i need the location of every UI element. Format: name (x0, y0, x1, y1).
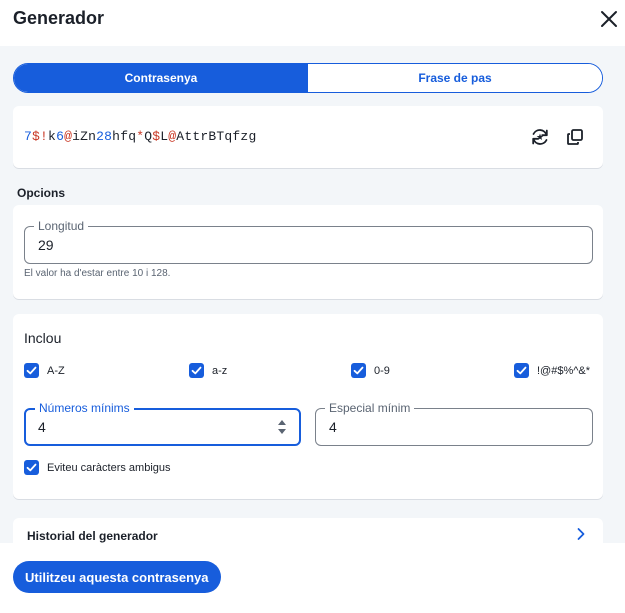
checkbox-uppercase-label: A-Z (47, 364, 65, 377)
generated-password-card: 7$!k6@iZn28hfq*Q$L@AttrBTqfzg (13, 106, 603, 168)
min-numbers-value[interactable]: 4 (38, 419, 46, 435)
checkbox-numbers[interactable]: 0-9 (351, 363, 390, 378)
checkbox-uppercase[interactable]: A-Z (24, 363, 65, 378)
checkbox-checked-icon (24, 460, 39, 475)
min-special-label: Especial mínim (325, 401, 415, 415)
dialog-title: Generador (13, 8, 105, 28)
regenerate-button[interactable] (528, 125, 552, 149)
type-toggle: Contrasenya Frase de pas (13, 63, 603, 93)
length-label: Longitud (34, 219, 89, 233)
options-heading: Opcions (17, 186, 66, 200)
checkbox-avoid-ambiguous[interactable]: Eviteu caràcters ambigus (24, 460, 171, 475)
dialog-footer: Utilitzeu aquesta contrasenya (0, 543, 625, 613)
min-numbers-field[interactable]: Números mínims 4 (24, 401, 301, 446)
close-button[interactable] (598, 8, 620, 30)
checkbox-special[interactable]: !@#$%^&* (514, 363, 590, 378)
generator-body: Contrasenya Frase de pas 7$!k6@iZn28hfq*… (0, 46, 625, 543)
checkbox-checked-icon (189, 363, 204, 378)
include-heading: Inclou (24, 330, 62, 346)
checkbox-special-label: !@#$%^&* (537, 364, 591, 377)
toggle-password[interactable]: Contrasenya (14, 64, 308, 92)
generated-password: 7$!k6@iZn28hfq*Q$L@AttrBTqfzg (24, 129, 257, 144)
copy-button[interactable] (563, 125, 587, 149)
min-numbers-label: Números mínims (35, 401, 134, 415)
chevron-right-icon (577, 528, 585, 540)
length-card: Longitud 29 El valor ha d'estar entre 10… (13, 205, 603, 299)
copy-icon (567, 129, 583, 145)
stepper-icon[interactable] (277, 418, 287, 436)
length-value[interactable]: 29 (38, 237, 54, 253)
length-field[interactable]: Longitud 29 (24, 219, 593, 264)
close-icon (601, 11, 617, 27)
regenerate-icon (532, 129, 548, 145)
dialog-header: Generador (0, 0, 625, 46)
min-special-value[interactable]: 4 (329, 419, 337, 435)
checkbox-checked-icon (24, 363, 39, 378)
generator-history-link[interactable]: Historial del generador (13, 518, 603, 543)
checkbox-avoid-ambiguous-label: Eviteu caràcters ambigus (47, 461, 171, 474)
min-special-field[interactable]: Especial mínim 4 (315, 401, 593, 446)
history-label: Historial del generador (27, 529, 158, 543)
checkbox-lowercase[interactable]: a-z (189, 363, 227, 378)
length-hint: El valor ha d'estar entre 10 i 128. (24, 268, 171, 279)
toggle-passphrase[interactable]: Frase de pas (308, 64, 602, 92)
checkbox-checked-icon (514, 363, 529, 378)
include-card: Inclou A-Z a-z 0-9 !@#$%^&* Números míni… (13, 314, 603, 499)
use-password-button[interactable]: Utilitzeu aquesta contrasenya (13, 561, 221, 593)
checkbox-numbers-label: 0-9 (374, 364, 390, 377)
checkbox-lowercase-label: a-z (212, 364, 228, 377)
checkbox-checked-icon (351, 363, 366, 378)
